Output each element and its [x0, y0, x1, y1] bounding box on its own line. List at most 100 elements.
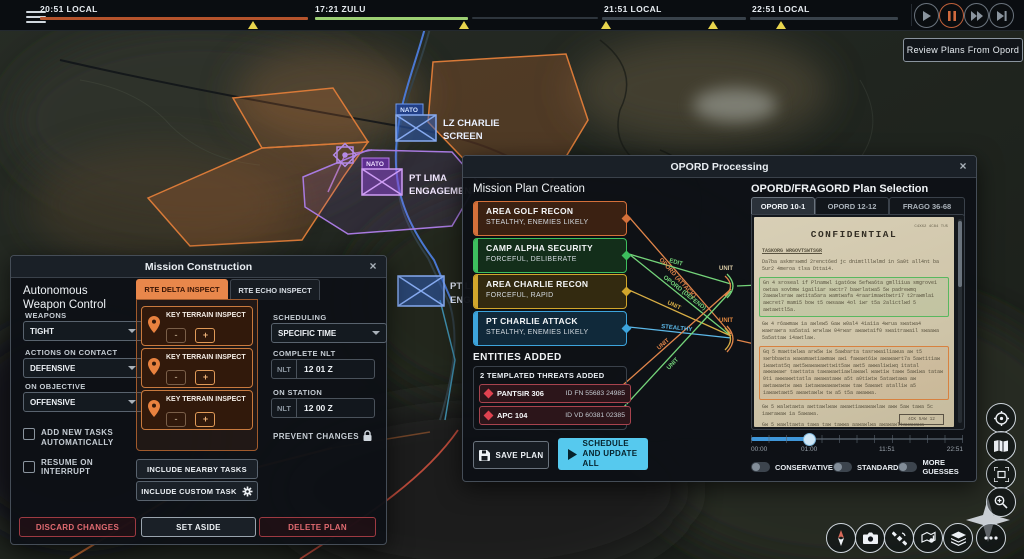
discard-changes-button[interactable]: DISCARD CHANGES	[19, 517, 136, 537]
capture-frame-button[interactable]	[986, 459, 1016, 489]
entities-added-heading: ENTITIES ADDED	[473, 352, 562, 363]
timeline-bar-4[interactable]	[750, 17, 898, 20]
app-root: NATO LZ CHARLIE SCREEN NATO PT LIMA ENGA…	[0, 0, 1024, 559]
toggle-switch[interactable]	[898, 462, 918, 472]
key-terrain-task[interactable]: KEY TERRAIN INSPECT - +	[141, 348, 253, 388]
pause-button[interactable]	[939, 3, 964, 28]
threat-diamond-icon	[483, 388, 494, 399]
increment-button[interactable]: +	[195, 327, 216, 343]
complete-nlt-input[interactable]: NLT 12 01 Z	[271, 359, 375, 379]
timeline-marker[interactable]	[776, 21, 786, 29]
timeline-marker[interactable]	[601, 21, 611, 29]
scrubber-tick-label: 11:51	[879, 446, 895, 453]
increment-button[interactable]: +	[195, 411, 216, 427]
set-aside-button[interactable]: SET ASIDE	[141, 517, 256, 537]
skip-end-button[interactable]	[989, 3, 1014, 28]
svg-text:STEALTHY: STEALTHY	[661, 324, 693, 333]
highlight-box-green[interactable]: Gn 4 sroseal 1f Plnamwl 1gat6ow 5efwa6ta…	[759, 276, 949, 318]
checkbox-icon[interactable]	[23, 428, 35, 440]
more-options-button[interactable]	[976, 523, 1006, 553]
tab-opord-10-1[interactable]: OPORD 10-1	[751, 197, 815, 215]
include-nearby-tasks-button[interactable]: INCLUDE NEARBY TASKS	[136, 459, 258, 479]
schedule-update-all-button[interactable]: SCHEDULE AND UPDATE ALL	[558, 438, 648, 470]
mission-construction-title[interactable]: Mission Construction ×	[11, 256, 386, 278]
decrement-button[interactable]: -	[166, 411, 186, 427]
decrement-button[interactable]: -	[166, 369, 186, 385]
entity-row-pantsir[interactable]: PANTSIR 306 ID FN 55683 24985	[479, 384, 631, 403]
add-new-tasks-checkbox[interactable]: ADD NEW TASKS AUTOMATICALLY	[23, 428, 133, 449]
compass-needle-icon	[838, 530, 844, 546]
document-viewer: C4XX2 4C84 TU5 CONFIDENTIAL TASKORG WRGO…	[751, 214, 965, 430]
plan-card-pt-charlie-attack[interactable]: PT CHARLIE ATTACK STEALTHY, ENEMIES LIKE…	[473, 311, 632, 346]
entities-box: 2 TEMPLATED THREATS ADDED PANTSIR 306 ID…	[473, 366, 631, 430]
plan-card-camp-alpha-security[interactable]: CAMP ALPHA SECURITY FORCEFUL, DELIBERATE	[473, 238, 632, 273]
close-icon[interactable]: ×	[366, 259, 380, 273]
weapons-label: WEAPONS	[25, 311, 67, 320]
scrubber-tick-label: 00:00	[751, 446, 768, 453]
toggle-switch[interactable]	[751, 462, 770, 472]
timeline-bar-1[interactable]	[40, 17, 308, 20]
layers-button[interactable]	[943, 523, 973, 553]
opord-document-page[interactable]: C4XX2 4C84 TU5 CONFIDENTIAL TASKORG WRGO…	[754, 217, 954, 427]
timeline-bar-2[interactable]	[315, 17, 468, 20]
document-paragraph: Gw 4 r6awmaw 1a awlew5 Gaw w0al4 41a11a …	[762, 321, 940, 341]
fast-forward-button[interactable]	[964, 3, 989, 28]
tab-rte-echo-inspect[interactable]: RTE ECHO INSPECT	[230, 279, 320, 300]
opord-processing-panel: OPORD Processing × OPORD (ATTACK) EDIT O…	[462, 155, 977, 482]
lock-icon[interactable]	[362, 430, 373, 442]
toggle-standard[interactable]: STANDARD	[832, 458, 898, 476]
close-icon[interactable]: ×	[956, 159, 970, 173]
decrement-button[interactable]: -	[166, 327, 186, 343]
increment-button[interactable]: +	[195, 369, 216, 385]
compass-waypoint-icon[interactable]	[332, 142, 358, 168]
key-terrain-task[interactable]: KEY TERRAIN INSPECT - +	[141, 390, 253, 430]
document-time-scrubber[interactable]: 00:00 01:00 11:51 22:51	[751, 430, 963, 454]
document-scrollbar[interactable]	[958, 219, 962, 423]
timeline-marker[interactable]	[708, 21, 718, 29]
weapons-select[interactable]: TIGHT	[23, 321, 143, 341]
play-button[interactable]	[914, 3, 939, 28]
timeline-marker[interactable]	[248, 21, 258, 29]
map-book-button[interactable]	[986, 431, 1016, 461]
toggle-switch[interactable]	[832, 462, 852, 472]
save-plan-button[interactable]: SAVE PLAN	[473, 441, 549, 469]
actions-on-contact-select[interactable]: DEFENSIVE	[23, 358, 143, 378]
opord-panel-title[interactable]: OPORD Processing ×	[463, 156, 976, 178]
resume-on-interrupt-checkbox[interactable]: RESUME ON INTERRUPT	[23, 458, 139, 476]
timeline-bar-gap	[472, 17, 598, 19]
timeline-marker[interactable]	[459, 21, 469, 29]
toggle-conservative[interactable]: CONSERVATIVE	[751, 458, 833, 476]
center-target-button[interactable]	[986, 403, 1016, 433]
timeline-bar-3[interactable]	[602, 17, 746, 20]
on-station-input[interactable]: NLT 12 00 Z	[271, 398, 375, 418]
plan-card-area-charlie-recon[interactable]: AREA CHARLIE RECON FORCEFUL, RAPID	[473, 274, 632, 309]
toggle-more-guesses[interactable]: MORE GUESSES	[898, 458, 967, 476]
include-custom-task-button[interactable]: INCLUDE CUSTOM TASK	[136, 481, 258, 501]
delete-plan-button[interactable]: DELETE PLAN	[259, 517, 376, 537]
layers-icon	[950, 531, 966, 546]
entity-row-apc[interactable]: APC 104 ID VD 60381 02385	[479, 406, 631, 425]
map-stack-button[interactable]	[913, 523, 943, 553]
plan-card-area-golf-recon[interactable]: AREA GOLF RECON STEALTHY, ENEMIES LIKELY	[473, 201, 632, 236]
highlight-box-orange[interactable]: Gq 5 mawttwlwa arw5w 1w 5awbarta tasrwwa…	[759, 345, 949, 401]
compass-pin-button[interactable]	[826, 523, 856, 553]
timeline-label-2: 17:21 ZULU	[315, 4, 366, 14]
actions-on-contact-label: ACTIONS ON CONTACT	[25, 348, 118, 357]
checkbox-icon[interactable]	[23, 461, 35, 473]
opord-fragord-heading: OPORD/FRAGORD Plan Selection	[751, 183, 929, 195]
key-terrain-task[interactable]: KEY TERRAIN INSPECT - +	[141, 306, 253, 346]
tab-rte-delta-inspect[interactable]: RTE DELTA INSPECT	[136, 279, 228, 299]
zoom-search-button[interactable]	[986, 487, 1016, 517]
review-plans-button[interactable]: Review Plans From Opord	[903, 38, 1023, 62]
save-icon	[478, 449, 490, 461]
camera-button[interactable]	[855, 523, 885, 553]
scrubber-handle[interactable]	[803, 433, 816, 446]
satellite-button[interactable]	[884, 523, 914, 553]
document-paragraph: Da7ba askmrswmd 2renct6ed jc dnimtlllwlm…	[762, 258, 940, 272]
on-objective-select[interactable]: OFFENSIVE	[23, 392, 143, 412]
satellite-icon	[891, 530, 907, 546]
scheduling-select[interactable]: SPECIFIC TIME	[271, 323, 387, 343]
location-pin-icon	[148, 358, 160, 375]
gear-icon	[242, 486, 253, 496]
prevent-changes-row: PREVENT CHANGES	[273, 430, 373, 442]
